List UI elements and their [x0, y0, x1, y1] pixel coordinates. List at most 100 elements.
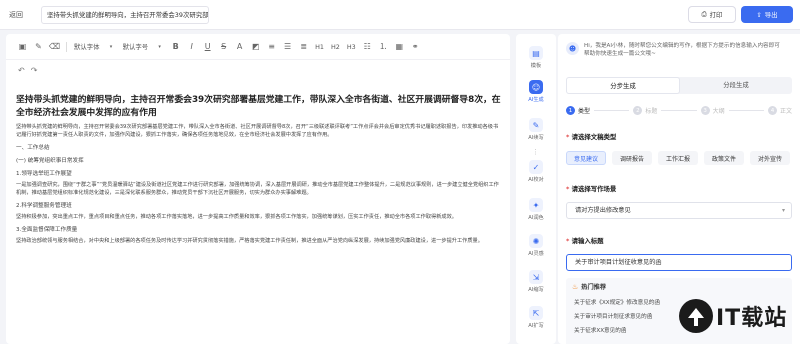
- step-label: 大纲: [712, 108, 725, 115]
- document-intro: 坚持带头抓党建的鲜明导向，主持召开常委会39次研究部署基层党建工作，带队深入全市…: [16, 124, 499, 138]
- format-toolbar: ▣ ✎ ⌫ 默认字体 ▾ 默认字号 ▾ B I U S A ◩ ≡ ☰ ≣ H1…: [6, 34, 510, 60]
- recommendation-item[interactable]: 关于征求XX意见的函: [574, 326, 626, 334]
- type-label-text: 请选择文稿类型: [571, 133, 617, 141]
- export-label: 导出: [764, 11, 778, 19]
- chevron-down-icon: ▾: [781, 207, 785, 214]
- rail-item-ai-expand[interactable]: ⇱ AI扩写: [516, 306, 556, 329]
- undo-icon[interactable]: ↶: [18, 66, 25, 75]
- rail-item-ai-shorten[interactable]: ⇲ AI缩写: [516, 270, 556, 293]
- type-option[interactable]: 政策文件: [704, 151, 744, 165]
- heading-3-button[interactable]: H3: [347, 43, 356, 51]
- more-dots: ⋮: [532, 148, 540, 156]
- watermark-logo-icon: [679, 299, 713, 333]
- required-mark: *: [566, 133, 570, 141]
- title-label-text: 请输入标题: [571, 237, 604, 245]
- top-bar: 返回 坚持带头抓党建的鲜明导向，主持召开常委会39次研究部署... ⎙ 打印 ⇪…: [0, 0, 800, 30]
- document-body[interactable]: 坚持带头抓党建的鲜明导向，主持召开常委会39次研究部署基层党建工作，带队深入全市…: [16, 94, 502, 245]
- section-heading: 1.领导选举班工作展望: [16, 171, 72, 177]
- printer-icon: ⎙: [701, 10, 707, 18]
- highlight-icon[interactable]: ◩: [251, 42, 260, 51]
- step-title[interactable]: 2 标题: [633, 106, 657, 115]
- type-option[interactable]: 对外宣传: [750, 151, 790, 165]
- font-family-select[interactable]: 默认字体: [74, 42, 100, 51]
- assistant-greeting: ☻ Hi，我是AI小林，随时帮您公文编辑的写作，根据下方提示的信息输入内容即可帮…: [566, 42, 784, 58]
- check-icon: ✓: [529, 160, 543, 174]
- format-painter-icon[interactable]: ✎: [34, 42, 43, 51]
- step-label: 类型: [578, 108, 591, 115]
- align-center-icon[interactable]: ☰: [283, 42, 292, 51]
- scene-label-text: 请选择写作场景: [571, 185, 617, 193]
- step-label: 标题: [645, 108, 658, 115]
- heading-2-button[interactable]: H2: [331, 43, 340, 51]
- link-icon[interactable]: ⚭: [411, 42, 420, 51]
- align-right-icon[interactable]: ≣: [299, 42, 308, 51]
- bulb-icon: ✺: [529, 234, 543, 248]
- rail-item-template[interactable]: ▤ 模板: [516, 46, 556, 69]
- image-icon[interactable]: ▣: [18, 42, 27, 51]
- tab-section-generate[interactable]: 分段生成: [680, 77, 792, 94]
- type-option[interactable]: 意见建议: [566, 151, 606, 165]
- rail-item-label: AI续写: [528, 135, 544, 141]
- section-paragraph: 一是加强调查研究，围绕“于群之事”“党员温暖驿站”建设及街道社区党建工作进行研究…: [16, 182, 499, 196]
- font-size-select[interactable]: 默认字号: [123, 42, 149, 51]
- bullet-list-icon[interactable]: ☷: [363, 42, 372, 51]
- step-number: 1: [566, 106, 575, 115]
- redo-icon[interactable]: ↷: [31, 66, 38, 75]
- document-title-field[interactable]: 坚持带头抓党建的鲜明导向，主持召开常委会39次研究部署...: [41, 5, 209, 24]
- rail-item-label: AI校对: [528, 177, 544, 183]
- back-button[interactable]: 返回: [9, 10, 39, 20]
- italic-icon[interactable]: I: [187, 42, 196, 51]
- ordered-list-icon[interactable]: ⒈: [379, 42, 388, 51]
- export-button[interactable]: ⇪ 导出: [741, 6, 793, 23]
- clear-format-icon[interactable]: ⌫: [49, 42, 60, 51]
- sparkle-icon: ✦: [529, 198, 543, 212]
- font-color-icon[interactable]: A: [235, 42, 244, 51]
- rail-item-label: AI灵感: [528, 251, 544, 257]
- scene-select-value: 请对方提出修改意见: [575, 207, 631, 214]
- bold-icon[interactable]: B: [171, 42, 180, 51]
- title-label: * 请输入标题: [566, 236, 604, 245]
- type-option[interactable]: 调研报告: [612, 151, 652, 165]
- greeting-text: Hi，我是AI小林，随时帮您公文编辑的写作，根据下方提示的信息输入内容即可帮助你…: [584, 43, 780, 57]
- recommendation-item[interactable]: 关于审计项目计划征求意见的函: [574, 312, 652, 320]
- app-window: 返回 坚持带头抓党建的鲜明导向，主持召开常委会39次研究部署... ⎙ 打印 ⇪…: [0, 0, 800, 344]
- rail-item-ai-polish[interactable]: ✦ AI润色: [516, 198, 556, 221]
- toolbar-divider: [66, 41, 67, 52]
- rail-item-ai-generate[interactable]: ☺ AI生成: [516, 80, 556, 103]
- heading-1-button[interactable]: H1: [315, 43, 324, 51]
- ai-tool-rail: ▤ 模板 ☺ AI生成 ✎ AI续写 ⋮ ✓ AI校对 ✦ AI润色 ✺ AI灵…: [516, 34, 556, 344]
- type-option[interactable]: 工作汇报: [658, 151, 698, 165]
- required-mark: *: [566, 185, 570, 193]
- step-connector: [728, 110, 764, 111]
- step-outline[interactable]: 3 大纲: [700, 106, 725, 115]
- chevron-down-icon: ▾: [158, 43, 161, 50]
- rail-item-ai-inspiration[interactable]: ✺ AI灵感: [516, 234, 556, 257]
- watermark-text: IT载站: [716, 306, 788, 331]
- recommendation-item[interactable]: 关于征求《XX规定》修改意见的函: [574, 298, 660, 306]
- underline-icon[interactable]: U: [203, 42, 212, 51]
- section-paragraph: 坚持政治部统领与服务相结合，对中央和上级部署的各项任务及时传达学习并研究贯彻落实…: [16, 238, 483, 244]
- print-button[interactable]: ⎙ 打印: [688, 6, 736, 23]
- table-icon[interactable]: ▦: [395, 42, 404, 51]
- generation-mode-tabs: 分步生成 分段生成: [566, 77, 792, 94]
- tab-step-generate[interactable]: 分步生成: [566, 77, 680, 94]
- step-label: 正文: [779, 108, 792, 115]
- rail-item-label: AI扩写: [528, 323, 544, 329]
- document-editor: ▣ ✎ ⌫ 默认字体 ▾ 默认字号 ▾ B I U S A ◩ ≡ ☰ ≣ H1…: [6, 34, 510, 344]
- rail-item-label: AI生成: [528, 97, 544, 103]
- section-heading: 一、工作总结: [16, 145, 50, 151]
- required-mark: *: [566, 237, 570, 245]
- history-controls: ↶ ↷: [18, 66, 37, 75]
- scene-select[interactable]: 请对方提出修改意见 ▾: [566, 202, 792, 219]
- strikethrough-icon[interactable]: S: [219, 42, 228, 51]
- step-type[interactable]: 1 类型: [566, 106, 590, 115]
- rail-item-ai-proofread[interactable]: ✓ AI校对: [516, 160, 556, 183]
- step-body[interactable]: 4 正文: [767, 106, 792, 115]
- section-paragraph: 坚持积极参加，突出重点工作，重点项目和重点任务，推动各项工作落实落地，进一步提高…: [16, 214, 457, 220]
- step-indicator: 1 类型 2 标题 3 大纲 4 正文: [566, 106, 792, 115]
- rail-item-ai-continue[interactable]: ✎ AI续写: [516, 118, 556, 141]
- title-input[interactable]: 关于审计项目计划征收意见的函: [566, 254, 792, 271]
- section-heading: 3.全面监督保障工作质量: [16, 227, 78, 233]
- compress-icon: ⇲: [529, 270, 543, 284]
- align-left-icon[interactable]: ≡: [267, 42, 276, 51]
